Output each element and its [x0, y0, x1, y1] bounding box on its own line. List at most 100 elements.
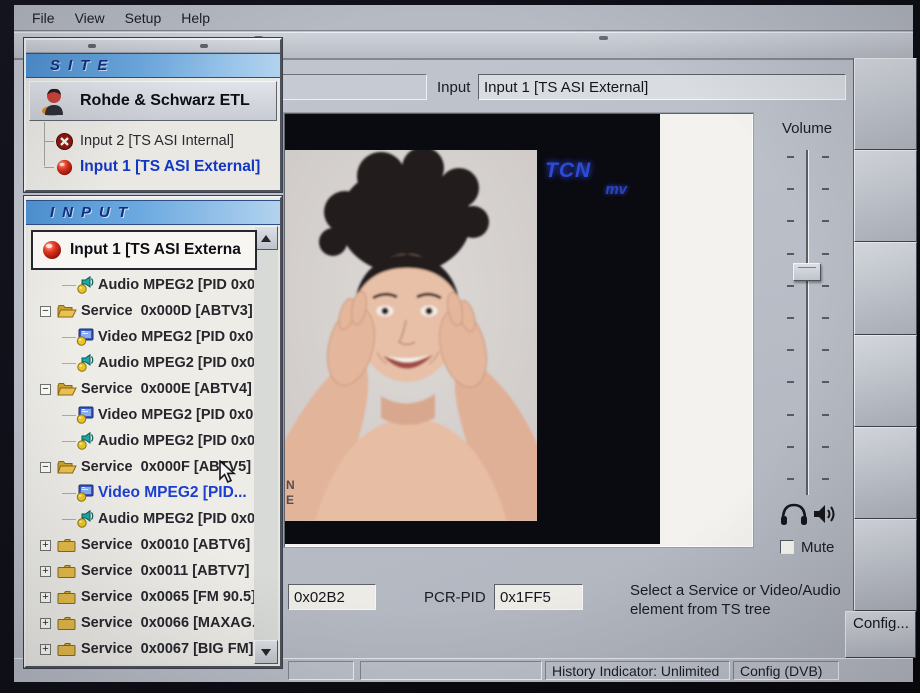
menu-help[interactable]: Help — [171, 8, 220, 28]
mute-label: Mute — [801, 539, 834, 556]
tree-item-service[interactable]: − Service 0x000E [ABTV4] — [31, 376, 254, 402]
softkey-button[interactable] — [854, 335, 917, 427]
tree-item-service[interactable]: + Service 0x0065 [FM 90.5] — [31, 584, 254, 610]
status-cell-empty — [288, 661, 354, 680]
audio-icon — [76, 510, 94, 528]
expand-icon[interactable]: + — [40, 618, 51, 629]
tree-connector — [44, 167, 54, 168]
menu-view[interactable]: View — [65, 8, 115, 28]
tree-connector — [62, 285, 76, 286]
video-icon — [76, 406, 94, 424]
site-panel-header[interactable]: SITE — [26, 53, 280, 78]
tree-item-service[interactable]: + Service 0x0068 [POW... — [31, 662, 254, 664]
folder-icon — [57, 304, 77, 319]
tree-connector — [62, 493, 76, 494]
site-panel-grip[interactable] — [26, 40, 280, 53]
tree-root-item[interactable]: Input 1 [TS ASI Externa — [31, 230, 257, 270]
tree-item-audio[interactable]: Audio MPEG2 [PID 0x0... — [31, 272, 254, 298]
collapse-icon[interactable]: − — [40, 306, 51, 317]
tree-item-audio[interactable]: Audio MPEG2 [PID 0x0... — [31, 350, 254, 376]
site-device-row[interactable]: Rohde & Schwarz ETL — [29, 81, 277, 121]
menu-setup[interactable]: Setup — [115, 8, 172, 28]
folder-icon — [57, 616, 77, 631]
config-softkey-button[interactable]: Config... — [845, 611, 916, 658]
softkey-column — [853, 58, 917, 611]
led-icon — [56, 159, 73, 176]
input-panel: INPUT Input 1 [TS ASI Externa Audio MPEG… — [24, 196, 282, 668]
scroll-down-button[interactable] — [254, 640, 278, 664]
expand-icon[interactable]: + — [40, 644, 51, 655]
tree-item-service[interactable]: + Service 0x0010 [ABTV6] — [31, 532, 254, 558]
channel-logo-main: TCN — [545, 160, 641, 181]
tree-item-audio[interactable]: Audio MPEG2 [PID 0x0... — [31, 428, 254, 454]
input-panel-title: INPUT — [26, 204, 135, 221]
volume-label: Volume — [782, 120, 832, 137]
channel-logo: TCN mv — [545, 160, 641, 197]
folder-icon — [57, 590, 77, 605]
tree-item-video[interactable]: Video MPEG2 [PID 0x0... — [31, 324, 254, 350]
softkey-button[interactable] — [854, 58, 917, 150]
status-config-mode: Config (DVB) — [733, 661, 839, 680]
collapse-icon[interactable]: − — [40, 384, 51, 395]
expand-icon[interactable]: + — [40, 566, 51, 577]
status-history-indicator: History Indicator: Unlimited — [545, 661, 730, 680]
ts-tree: Input 1 [TS ASI Externa Audio MPEG2 [PID… — [28, 226, 278, 664]
input-panel-header[interactable]: INPUT — [26, 200, 280, 225]
scroll-up-button[interactable] — [254, 226, 278, 250]
tree-item-service[interactable]: + Service 0x0011 [ABTV7] — [31, 558, 254, 584]
video-picture — [285, 150, 537, 521]
channel-logo-sub: mv — [545, 182, 641, 197]
menu-bar: FileViewSetupHelp — [14, 5, 913, 31]
tree-root-label: Input 1 [TS ASI Externa — [70, 241, 241, 259]
arrow-down-icon — [261, 649, 271, 656]
menu-file[interactable]: File — [22, 8, 65, 28]
headphones-icon — [779, 501, 809, 532]
folder-icon — [57, 460, 77, 475]
tree-item-service[interactable]: + Service 0x0067 [BIG FM] — [31, 636, 254, 662]
collapse-icon[interactable]: − — [40, 462, 51, 473]
tree-connector — [62, 441, 76, 442]
mouse-cursor — [218, 460, 240, 489]
pid-field[interactable]: 0x02B2 — [288, 584, 376, 610]
audio-icon — [76, 432, 94, 450]
softkey-button[interactable] — [854, 427, 917, 519]
tree-item-service[interactable]: − Service 0x000D [ABTV3] — [31, 298, 254, 324]
mute-checkbox[interactable] — [780, 540, 794, 554]
expand-icon[interactable]: + — [40, 592, 51, 603]
status-cell-empty — [360, 661, 542, 680]
softkey-button[interactable] — [854, 519, 917, 611]
tree-item-audio[interactable]: Audio MPEG2 [PID 0x0... — [31, 506, 254, 532]
site-device-label: Rohde & Schwarz ETL — [80, 92, 250, 110]
input-field[interactable]: Input 1 [TS ASI External] — [478, 74, 846, 100]
tree-item-video[interactable]: Video MPEG2 [PID 0x0... — [31, 402, 254, 428]
site-input-item[interactable]: Input 2 [TS ASI Internal] — [26, 128, 280, 154]
tree-scrollbar[interactable] — [254, 226, 278, 664]
audio-icon — [76, 276, 94, 294]
secondary-input-box — [268, 74, 427, 100]
video-icon — [76, 328, 94, 346]
site-input-item[interactable]: Input 1 [TS ASI External] — [26, 154, 280, 180]
expand-icon[interactable]: + — [40, 540, 51, 551]
error-icon — [56, 133, 73, 150]
arrow-up-icon — [261, 235, 271, 242]
softkey-button[interactable] — [854, 150, 917, 242]
site-panel-title: SITE — [26, 57, 115, 74]
video-overlay-text: N E — [286, 478, 295, 508]
toolbar-notch — [599, 36, 608, 40]
folder-icon — [57, 538, 77, 553]
hint-text: Select a Service or Video/Audio element … — [630, 581, 860, 619]
tree-item-service[interactable]: + Service 0x0066 [MAXAG... — [31, 610, 254, 636]
speaker-icon — [812, 502, 838, 531]
pcr-pid-field[interactable]: 0x1FF5 — [494, 584, 583, 610]
tree-connector — [44, 141, 54, 142]
volume-tick-marks — [787, 156, 829, 480]
site-panel: SITE Rohde & Schwarz ETL Input 2 [TS ASI… — [24, 38, 282, 192]
softkey-button[interactable] — [854, 242, 917, 334]
folder-icon — [57, 564, 77, 579]
folder-icon — [57, 642, 77, 657]
tree-connector — [62, 363, 76, 364]
pcr-pid-label: PCR-PID — [424, 589, 486, 606]
tree-connector — [62, 337, 76, 338]
volume-slider-thumb[interactable] — [793, 263, 821, 281]
video-icon — [76, 484, 94, 502]
